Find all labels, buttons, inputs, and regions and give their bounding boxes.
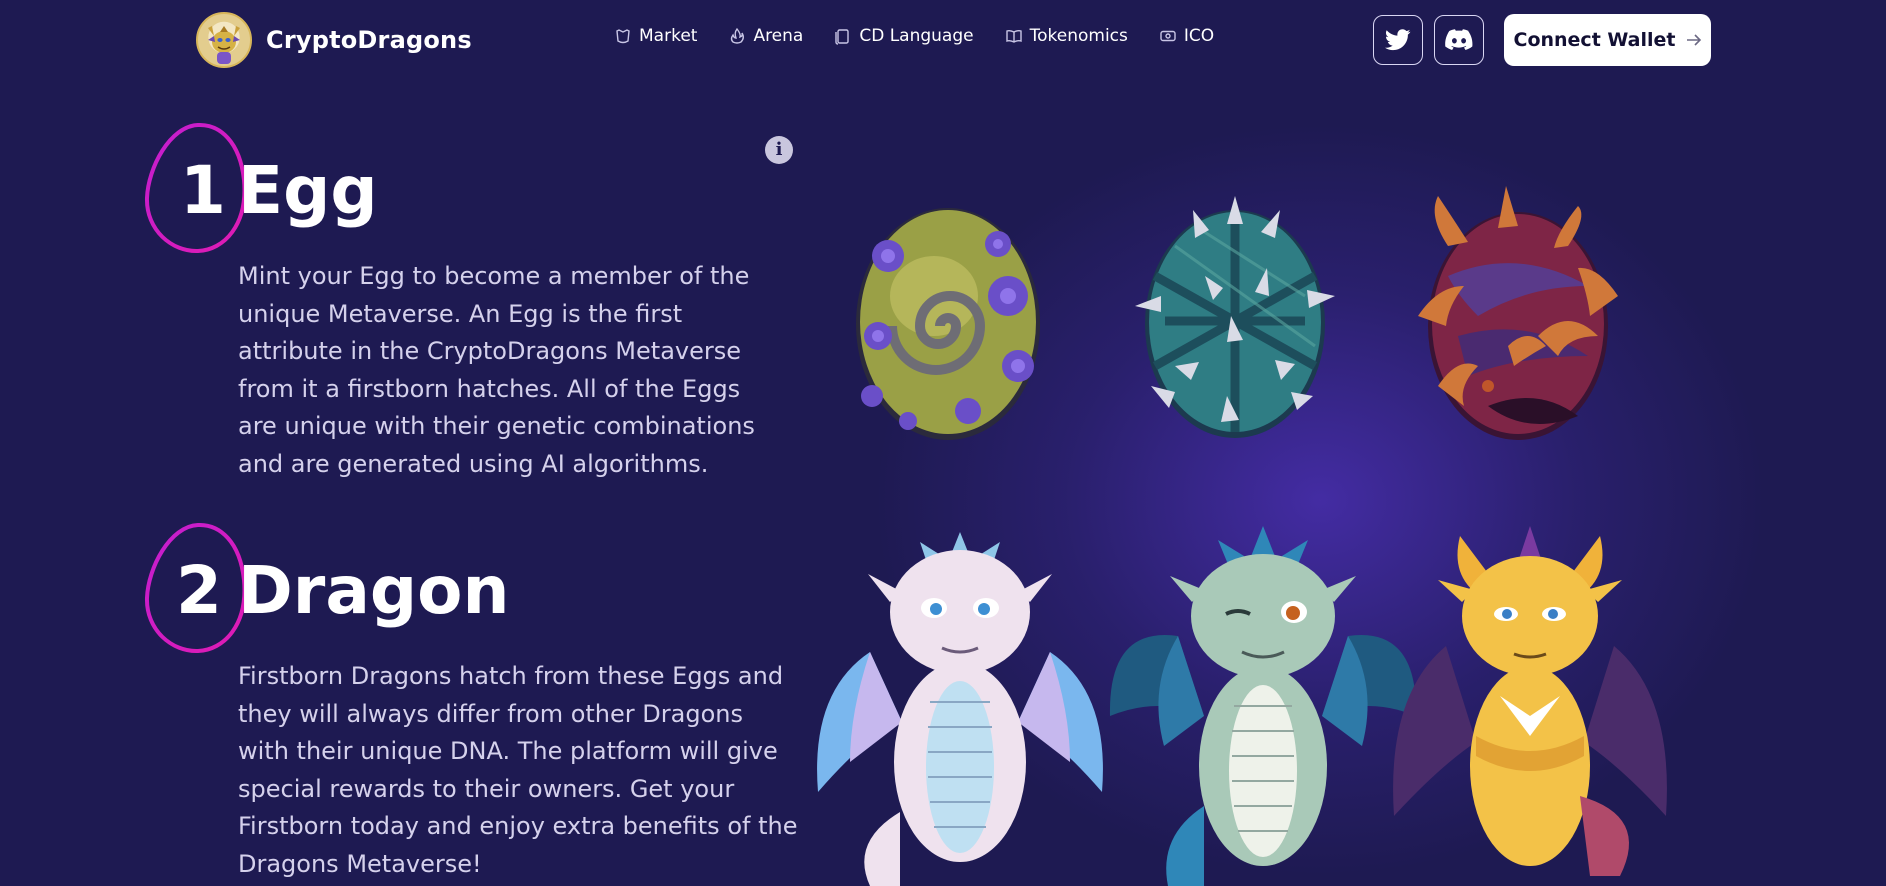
connect-wallet-label: Connect Wallet xyxy=(1513,29,1676,51)
nav-item-tokenomics[interactable]: Tokenomics xyxy=(1005,26,1128,46)
step-number: 1 xyxy=(180,152,226,229)
book-icon xyxy=(1005,29,1022,43)
main-menu: Market Arena CD Language Tokenomics ICO xyxy=(614,26,1245,46)
egg-image-horned xyxy=(1418,186,1618,440)
nav-item-label: ICO xyxy=(1183,26,1215,46)
step-description: Firstborn Dragons hatch from these Eggs … xyxy=(238,662,798,878)
info-icon: i xyxy=(775,139,783,160)
dragon-image-teal xyxy=(1109,526,1417,886)
nav-item-market[interactable]: Market xyxy=(614,26,697,46)
brand-name: CryptoDragons xyxy=(266,26,472,54)
dragon-image-gold xyxy=(1393,526,1667,876)
dragon-logo-icon xyxy=(196,12,252,68)
brand[interactable]: CryptoDragons xyxy=(196,12,472,68)
step-number: 2 xyxy=(176,552,222,629)
step-description: Mint your Egg to become a member of the … xyxy=(238,262,755,478)
flame-icon xyxy=(731,27,745,44)
discord-button[interactable] xyxy=(1434,15,1484,65)
egg-image-spiked xyxy=(1135,196,1335,438)
document-icon xyxy=(835,29,850,45)
nav-item-cd-language[interactable]: CD Language xyxy=(834,26,974,46)
nav-item-label: Arena xyxy=(753,26,804,46)
step-title: Egg xyxy=(238,152,378,229)
twitter-icon xyxy=(1385,29,1411,51)
nav-item-ico[interactable]: ICO xyxy=(1159,26,1214,46)
nav-item-arena[interactable]: Arena xyxy=(728,26,803,46)
connect-wallet-button[interactable]: Connect Wallet xyxy=(1504,14,1711,66)
info-button[interactable]: i xyxy=(765,136,793,164)
step-title: Dragon xyxy=(238,552,510,629)
egg-image-swirl xyxy=(856,208,1040,440)
coin-ticket-icon xyxy=(1160,30,1176,42)
nav-item-label: CD Language xyxy=(859,26,974,46)
arrow-right-icon xyxy=(1686,34,1701,46)
top-navbar: CryptoDragons Market Arena CD Language T… xyxy=(0,0,1886,80)
market-icon xyxy=(616,29,630,44)
dragon-image-white xyxy=(817,532,1103,886)
nav-item-label: Tokenomics xyxy=(1029,26,1128,46)
discord-icon xyxy=(1445,29,1473,50)
twitter-button[interactable] xyxy=(1373,15,1423,65)
nav-item-label: Market xyxy=(639,26,698,46)
